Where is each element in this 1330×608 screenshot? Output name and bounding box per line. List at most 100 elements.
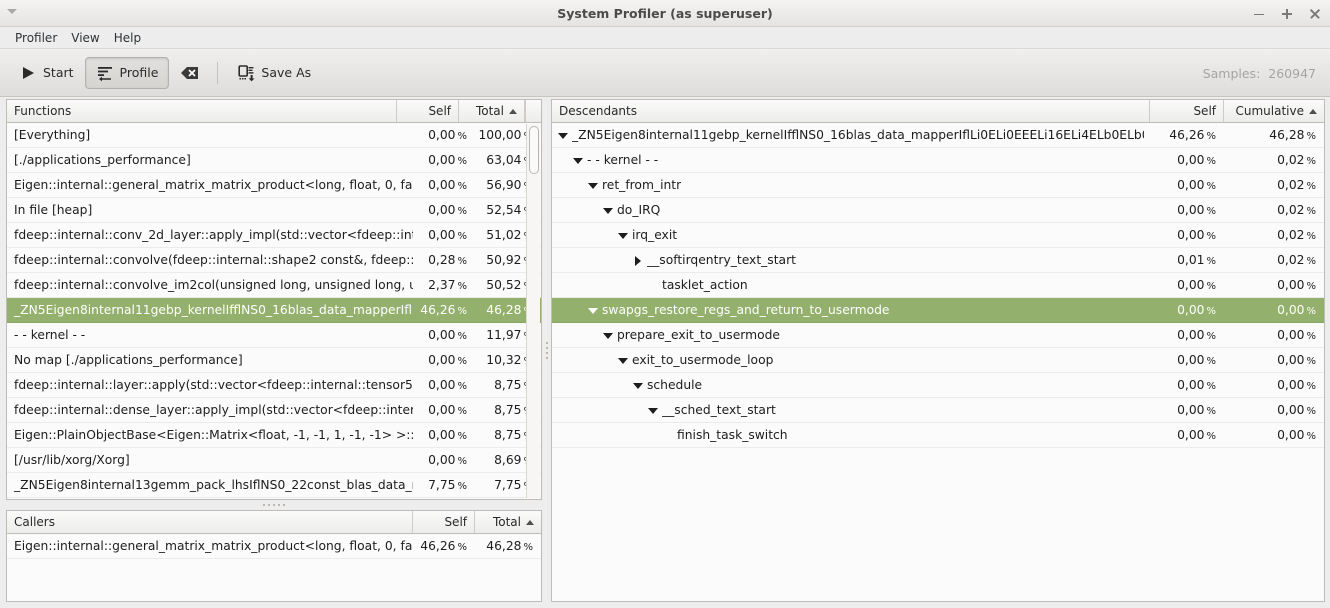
row-function-name: fdeep::internal::conv_2d_layer::apply_im… [14,228,413,242]
row-self-percent: 0,00% [428,403,467,417]
expander-collapse-icon[interactable] [601,328,615,342]
menu-profiler[interactable]: Profiler [8,29,64,47]
row-cumulative-percent: 0,00% [1277,378,1316,392]
column-header-callers-self[interactable]: Self [413,511,475,533]
column-header-functions[interactable]: Functions [7,100,397,122]
save-as-button[interactable]: Save As [226,57,322,89]
tree-row[interactable]: - - kernel - - 0,00% 0,02% [552,148,1324,173]
descendants-row-list[interactable]: _ZN5Eigen8internal11gebp_kernelIfflNS0_1… [552,123,1324,448]
callers-column-header: Callers Self Total [7,511,541,534]
menu-view[interactable]: View [64,29,106,47]
tree-row[interactable]: do_IRQ 0,00% 0,02% [552,198,1324,223]
tree-row[interactable]: __sched_text_start 0,00% 0,00% [552,398,1324,423]
functions-scroll-thumb[interactable] [529,126,539,174]
tree-row[interactable]: finish_task_switch 0,00% 0,00% [552,423,1324,448]
table-row[interactable]: [/usr/lib/xorg/Xorg]0,00%8,69% [7,448,541,473]
column-header-callers-total-label: Total [492,515,521,529]
start-button[interactable]: Start [8,57,85,89]
callers-row-list[interactable]: Eigen::internal::general_matrix_matrix_p… [7,534,541,559]
table-row[interactable]: fdeep::internal::conv_2d_layer::apply_im… [7,223,541,248]
save-as-button-label: Save As [261,65,312,80]
tree-row[interactable]: _ZN5Eigen8internal11gebp_kernelIfflNS0_1… [552,123,1324,148]
window-controls [1252,0,1322,27]
tree-row[interactable]: ret_from_intr 0,00% 0,02% [552,173,1324,198]
column-header-callers[interactable]: Callers [7,511,413,533]
table-row[interactable]: [Everything]0,00%100,00% [7,123,541,148]
expander-collapse-icon[interactable] [646,403,660,417]
functions-row-list[interactable]: [Everything]0,00%100,00%[./applications_… [7,123,541,498]
column-header-descendants-self[interactable]: Self [1150,100,1224,122]
profile-button[interactable]: Profile [84,56,170,89]
row-cumulative-percent: 0,00% [1277,403,1316,417]
column-header-callers-total[interactable]: Total [475,511,541,533]
row-self-percent: 0,00% [428,178,467,192]
table-row[interactable]: No map [./applications_performance] 0,00%… [7,348,541,373]
column-header-cumulative[interactable]: Cumulative [1224,100,1324,122]
row-function-name-wrap: schedule [552,378,1150,392]
table-row[interactable]: Eigen::internal::general_matrix_matrix_p… [7,173,541,198]
table-row[interactable]: fdeep::internal::convolve(fdeep::interna… [7,248,541,273]
profiler-window: System Profiler (as superuser) Profiler … [0,0,1330,608]
close-icon[interactable] [1308,7,1322,21]
column-header-descendants[interactable]: Descendants [552,100,1150,122]
tree-row[interactable]: tasklet_action 0,00% 0,00% [552,273,1324,298]
row-function-name: swapgs_restore_regs_and_return_to_usermo… [602,303,890,317]
table-row[interactable]: In file [heap]0,00%52,54% [7,198,541,223]
table-row[interactable]: fdeep::internal::convolve_im2col(unsigne… [7,273,541,298]
menu-help[interactable]: Help [107,29,148,47]
table-row[interactable]: _ZN5Eigen8internal11gebp_kernelIfflNS0_1… [7,298,541,323]
expander-expand-icon[interactable] [631,253,645,267]
row-function-name-wrap: __softirqentry_text_start [552,253,1150,267]
expander-collapse-icon[interactable] [586,303,600,317]
row-function-name: [./applications_performance] [14,153,191,167]
splitter-dot [545,347,548,349]
clear-button[interactable] [169,57,209,89]
expander-collapse-icon[interactable] [586,178,600,192]
clear-backspace-icon [180,64,199,82]
row-self-percent: 46,26% [420,539,467,553]
table-row[interactable]: - - kernel - -0,00%11,97% [7,323,541,348]
start-button-label: Start [43,65,74,80]
row-self-percent: 0,00% [1177,203,1216,217]
row-function-name-wrap: tasklet_action [552,278,1150,292]
expander-collapse-icon[interactable] [616,228,630,242]
expander-placeholder [646,278,660,292]
expander-collapse-icon[interactable] [601,203,615,217]
table-row[interactable]: _ZN5Eigen8internal13gemm_pack_lhsIflNS0_… [7,473,541,498]
table-row[interactable]: fdeep::internal::dense_layer::apply_impl… [7,398,541,423]
tree-row[interactable]: schedule 0,00% 0,00% [552,373,1324,398]
row-cumulative-percent: 0,00% [1277,353,1316,367]
play-icon [19,64,37,82]
functions-vertical-scrollbar[interactable] [526,124,540,498]
expander-collapse-icon[interactable] [571,153,585,167]
minimize-icon[interactable] [1252,7,1266,21]
expander-collapse-icon[interactable] [631,378,645,392]
maximize-icon[interactable] [1280,7,1294,21]
save-as-icon [237,64,255,82]
row-function-name-wrap: swapgs_restore_regs_and_return_to_usermo… [552,303,1150,317]
tree-row[interactable]: swapgs_restore_regs_and_return_to_usermo… [552,298,1324,323]
expander-collapse-icon[interactable] [556,128,570,142]
samples-value: 260947 [1268,65,1316,81]
vertical-splitter[interactable] [542,99,551,602]
toolbar: Start Profile Save As Samples: 260947 [0,49,1330,97]
row-cumulative-percent: 0,02% [1277,228,1316,242]
row-function-name: - - kernel - - [587,153,659,167]
tree-row[interactable]: prepare_exit_to_usermode 0,00% 0,00% [552,323,1324,348]
row-function-name-wrap: ret_from_intr [552,178,1150,192]
tree-row[interactable]: irq_exit 0,00% 0,02% [552,223,1324,248]
column-header-self[interactable]: Self [397,100,459,122]
row-self-percent: 0,00% [428,453,467,467]
horizontal-splitter[interactable] [6,500,542,510]
column-header-spacer [525,100,541,122]
table-row[interactable]: Eigen::PlainObjectBase<Eigen::Matrix<flo… [7,423,541,448]
table-row[interactable]: fdeep::internal::layer::apply(std::vecto… [7,373,541,398]
table-row[interactable]: [./applications_performance]0,00%63,04% [7,148,541,173]
column-header-total[interactable]: Total [459,100,525,122]
splitter-dot [545,342,548,344]
table-row[interactable]: Eigen::internal::general_matrix_matrix_p… [7,534,541,559]
samples-label: Samples: [1202,65,1261,81]
tree-row[interactable]: exit_to_usermode_loop 0,00% 0,00% [552,348,1324,373]
tree-row[interactable]: __softirqentry_text_start 0,01% 0,02% [552,248,1324,273]
expander-collapse-icon[interactable] [616,353,630,367]
